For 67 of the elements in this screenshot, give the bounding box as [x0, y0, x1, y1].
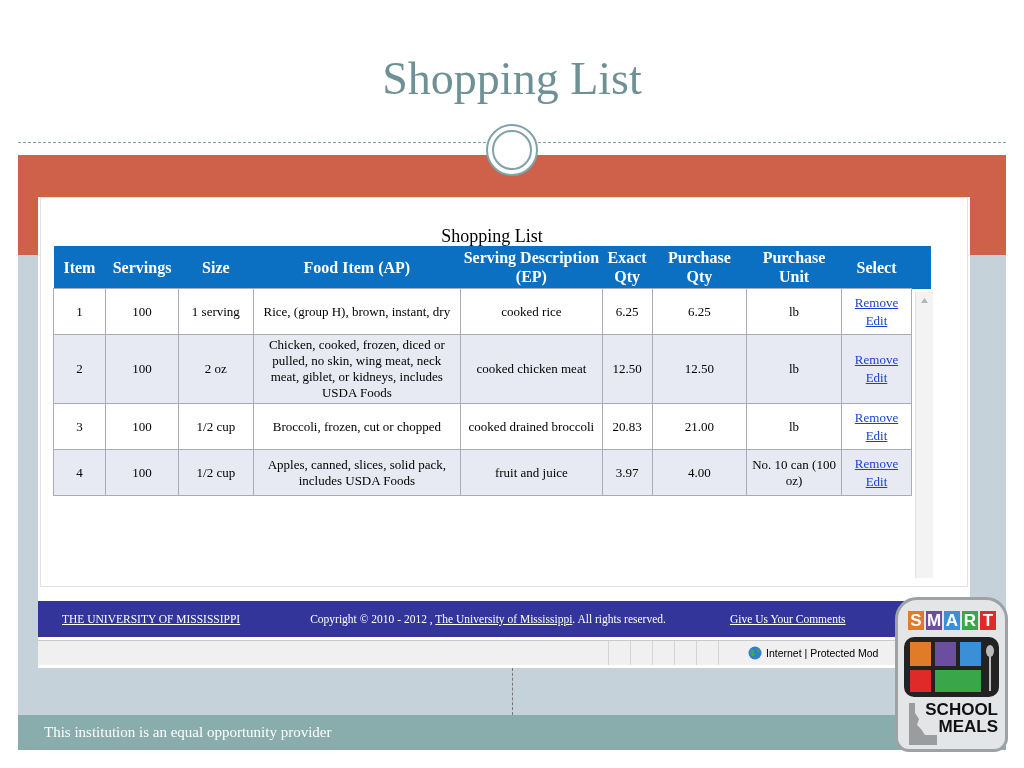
- edit-link[interactable]: Edit: [844, 472, 909, 491]
- table-cell: 21.00: [652, 403, 747, 450]
- column-header: Purchase Unit: [746, 246, 842, 289]
- column-header: Purchase Qty: [652, 246, 747, 289]
- table-cell: 1/2 cup: [178, 403, 253, 450]
- remove-link[interactable]: Remove: [844, 293, 909, 312]
- table-cell: lb: [746, 403, 842, 450]
- remove-link[interactable]: Remove: [844, 454, 909, 473]
- table-cell: cooked chicken meat: [460, 334, 603, 404]
- table-cell: 12.50: [652, 334, 747, 404]
- remove-link[interactable]: Remove: [844, 351, 909, 369]
- table-cell: 12.50: [602, 334, 653, 404]
- table-cell: 2 oz: [178, 334, 253, 404]
- security-zone-text: Internet | Protected Mod: [766, 647, 879, 659]
- logo-letter: M: [926, 611, 942, 630]
- table-cell: 1 serving: [178, 288, 253, 335]
- table-cell: 2: [53, 334, 106, 404]
- edit-link[interactable]: Edit: [844, 426, 909, 445]
- table-cell: 4.00: [652, 449, 747, 496]
- table-cell: 6.25: [602, 288, 653, 335]
- globe-icon: [748, 646, 762, 660]
- table-cell: Chicken, cooked, frozen, diced or pulled, no skin, wing meat, neck meat, giblet, or kidneys, includes USDA Foods: [253, 334, 461, 404]
- slide-title: Shopping List: [382, 52, 642, 105]
- table-cell: cooked rice: [460, 288, 603, 335]
- university-link[interactable]: THE UNIVERSITY OF MISSISSIPPI: [62, 610, 241, 628]
- scroll-up-arrow-icon[interactable]: [921, 298, 928, 303]
- slide-footer-text: This institution is an equal opportunity provider: [44, 724, 332, 741]
- table-cell: 100: [105, 403, 179, 450]
- table-cell: Broccoli, frozen, cut or chopped: [253, 403, 461, 450]
- copyright-text: Copyright © 2010 - 2012 , The University of Mississippi. All rights reserved.: [310, 612, 666, 628]
- column-header: Size: [178, 246, 253, 289]
- table-cell: No. 10 can (100 oz): [746, 449, 842, 496]
- remove-link[interactable]: Remove: [844, 408, 909, 427]
- comments-link[interactable]: Give Us Your Comments: [729, 610, 846, 628]
- table-cell: lb: [746, 334, 842, 404]
- table-cell: Apples, canned, slices, solid pack, includes USDA Foods: [253, 449, 461, 496]
- logo-letter: R: [962, 611, 978, 630]
- logo-letter: A: [944, 611, 960, 630]
- table-cell: 20.83: [602, 403, 653, 450]
- table-cell: 3.97: [602, 449, 653, 496]
- logo-text: SCHOOL: [925, 701, 998, 718]
- table-cell: 100: [105, 288, 179, 335]
- column-header: Item: [53, 246, 106, 289]
- logo-letter: S: [908, 611, 924, 630]
- column-header: Servings: [105, 246, 179, 289]
- table-cell: 3: [53, 403, 106, 450]
- table-caption: Shopping List: [440, 226, 544, 246]
- scrollbar[interactable]: [915, 292, 933, 578]
- edit-link[interactable]: Edit: [844, 369, 909, 387]
- column-header: Food Item (AP): [253, 246, 461, 289]
- column-header: Select: [841, 246, 912, 289]
- table-cell: fruit and juice: [460, 449, 603, 496]
- table-cell: Rice, (group H), brown, instant, dry: [253, 288, 461, 335]
- table-cell: 100: [105, 449, 179, 496]
- edit-link[interactable]: Edit: [844, 311, 909, 330]
- lunch-tray-icon: [904, 637, 999, 697]
- logo-text: MEALS: [938, 718, 998, 735]
- table-cell: 4: [53, 449, 106, 496]
- column-header: Serving Description (EP): [460, 246, 603, 289]
- column-header: Exact Qty: [602, 246, 653, 289]
- table-cell: lb: [746, 288, 842, 335]
- table-cell: 100: [105, 334, 179, 404]
- table-cell: 6.25: [652, 288, 747, 335]
- logo-letter: T: [980, 611, 996, 630]
- table-cell: cooked drained broccoli: [460, 403, 603, 450]
- table-cell: 1/2 cup: [178, 449, 253, 496]
- table-cell: 1: [53, 288, 106, 335]
